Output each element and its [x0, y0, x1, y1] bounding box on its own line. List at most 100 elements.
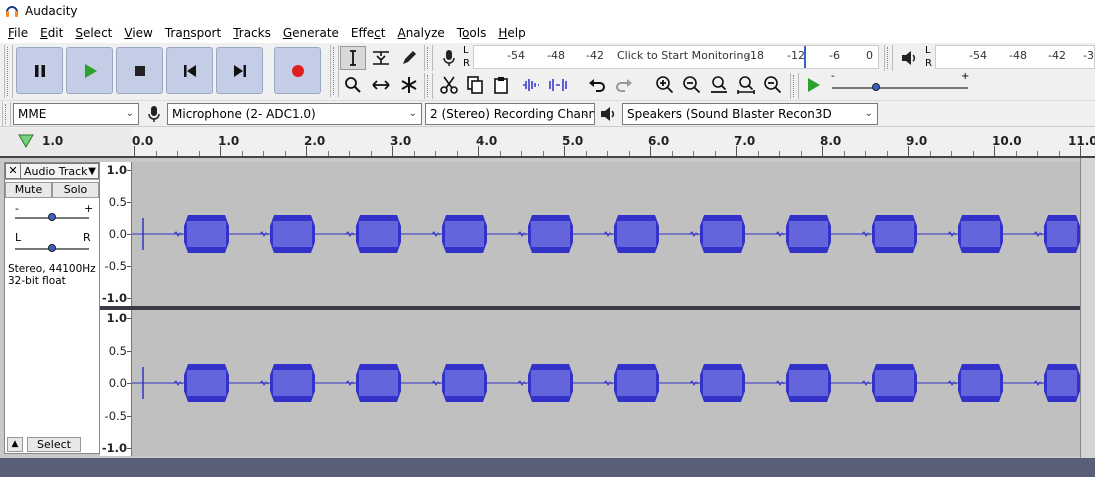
- menu-item[interactable]: File: [2, 23, 34, 43]
- timeline-minor-tick: [843, 151, 845, 156]
- menu-item-label-part: dit: [47, 25, 64, 40]
- play-button[interactable]: [66, 47, 113, 94]
- start-monitoring-prompt[interactable]: Click to Start Monitoring: [617, 49, 750, 62]
- redo-button[interactable]: [611, 73, 637, 97]
- waveform-burst-rms: [875, 370, 914, 396]
- menu-item[interactable]: Effect: [345, 23, 392, 43]
- selection-tool-button[interactable]: [340, 46, 366, 70]
- timeline-minor-tick: [435, 151, 436, 156]
- menu-item[interactable]: View: [118, 23, 158, 43]
- zoom-tool-button[interactable]: [340, 73, 366, 97]
- waveform-channel-right[interactable]: [132, 310, 1080, 456]
- amplitude-label: 0.0: [108, 227, 127, 241]
- skip-to-end-button[interactable]: [216, 47, 263, 94]
- meter-tick-label: 0: [866, 49, 873, 62]
- play-level-meter[interactable]: -54 -48 -42 -3: [935, 45, 1095, 69]
- toolbar-grip[interactable]: [424, 73, 433, 99]
- menu-item[interactable]: Transport: [159, 23, 227, 43]
- toolbar-grip[interactable]: [424, 45, 433, 71]
- timeline-minor-tick: [241, 151, 243, 156]
- amplitude-label: 0.5: [108, 343, 127, 358]
- zoom-toggle-button[interactable]: [760, 73, 786, 97]
- speaker-icon: [598, 104, 618, 124]
- menu-item[interactable]: Analyze: [391, 23, 450, 43]
- menu-item[interactable]: Help: [492, 23, 531, 43]
- timeline-ruler[interactable]: 1.0 0.0 1.0 2.0 3.0 4.0 5.0 6.0 7.0 8.0 9.0 10.0 11…: [0, 128, 1095, 158]
- track-name-menu[interactable]: Audio Track ▼: [21, 163, 99, 179]
- chevron-down-icon: ⌄: [581, 108, 590, 119]
- waveform-burst-rms: [359, 370, 398, 396]
- cut-button[interactable]: [436, 73, 462, 97]
- audio-host-select[interactable]: MME ⌄: [13, 103, 139, 125]
- record-button[interactable]: [274, 47, 321, 94]
- toolbar-grip[interactable]: [2, 102, 11, 126]
- copy-button[interactable]: [462, 73, 488, 97]
- waveform-channel-left[interactable]: [132, 162, 1080, 306]
- amplitude-tick: [127, 298, 131, 299]
- close-track-button[interactable]: ✕: [5, 163, 21, 179]
- fit-project-button[interactable]: [733, 73, 759, 97]
- menu-item[interactable]: Tools: [451, 23, 493, 43]
- recording-channels-select[interactable]: 2 (Stereo) Recording Chann ⌄: [425, 103, 595, 125]
- meter-level-marker: [804, 46, 806, 68]
- record-level-meter[interactable]: -54 -48 -42 Click to Start Monitoring -1…: [473, 45, 879, 69]
- trim-audio-button[interactable]: [518, 73, 544, 97]
- time-shift-tool-button[interactable]: [368, 73, 394, 97]
- envelope-tool-button[interactable]: [368, 46, 394, 70]
- timeline-tick-label: 5.0: [562, 134, 584, 148]
- timeline-minor-tick: [951, 151, 952, 156]
- menu-item[interactable]: Edit: [34, 23, 69, 43]
- timeline-minor-tick: [542, 151, 544, 156]
- draw-tool-button[interactable]: [396, 46, 422, 70]
- silence-audio-button[interactable]: [545, 73, 571, 97]
- pan-slider-knob[interactable]: [48, 244, 56, 252]
- amplitude-label: 1.0: [106, 163, 127, 177]
- menu-item[interactable]: Select: [69, 23, 118, 43]
- chevron-down-icon: ⌄: [125, 108, 134, 119]
- skip-to-start-button[interactable]: [166, 47, 213, 94]
- recording-device-select[interactable]: Microphone (2- ADC1.0) ⌄: [167, 103, 422, 125]
- gain-slider-knob[interactable]: [48, 213, 56, 221]
- undo-button[interactable]: [584, 73, 610, 97]
- play-speed-slider[interactable]: - +: [828, 71, 973, 97]
- timeline-minor-tick: [757, 151, 759, 156]
- i-beam-icon: [350, 50, 356, 66]
- zoom-out-button[interactable]: [679, 73, 705, 97]
- stop-button[interactable]: [116, 47, 163, 94]
- playback-device-select[interactable]: Speakers (Sound Blaster Recon3D ⌄: [622, 103, 878, 125]
- slider-knob[interactable]: [872, 83, 880, 91]
- select-track-button[interactable]: Select: [27, 437, 81, 452]
- solo-button[interactable]: Solo: [52, 182, 99, 198]
- play-head-triangle-icon[interactable]: [18, 134, 34, 148]
- pause-button[interactable]: [16, 47, 63, 94]
- chevron-down-icon: ⌄: [864, 108, 873, 119]
- track-info: Stereo, 44100Hz 32-bit float: [8, 263, 96, 287]
- timeline-minor-tick: [671, 151, 673, 156]
- amplitude-label: -1.0: [101, 441, 127, 455]
- magnifier-icon: [345, 77, 361, 93]
- play-at-speed-button[interactable]: [800, 73, 826, 97]
- waveform-burst-rms: [531, 221, 570, 247]
- vertical-scrollbar[interactable]: [1080, 158, 1095, 458]
- menu-item[interactable]: Generate: [277, 23, 345, 43]
- play-icon: [808, 78, 820, 92]
- paste-button[interactable]: [488, 73, 514, 97]
- toolbar-grip[interactable]: [884, 45, 893, 71]
- mute-button[interactable]: Mute: [5, 182, 52, 198]
- toolbar-grip[interactable]: [330, 45, 339, 97]
- zoom-in-button[interactable]: [652, 73, 678, 97]
- record-meter-left-label: L: [463, 45, 469, 56]
- amplitude-label: -0.5: [104, 259, 127, 273]
- timeline-minor-tick: [521, 151, 522, 156]
- amplitude-label: 0.0: [108, 376, 127, 390]
- record-meter-button[interactable]: [436, 46, 462, 70]
- fit-selection-button[interactable]: [706, 73, 732, 97]
- multi-tool-button[interactable]: [396, 73, 422, 97]
- play-meter-button[interactable]: [896, 46, 922, 70]
- toolbar-grip[interactable]: [790, 73, 799, 99]
- toolbar-grip[interactable]: [4, 45, 13, 98]
- timeline-minor-tick: [800, 151, 802, 156]
- menu-item[interactable]: Tracks: [227, 23, 277, 43]
- collapse-track-button[interactable]: ▲: [7, 437, 23, 452]
- meter-tick-label: -48: [1009, 49, 1027, 62]
